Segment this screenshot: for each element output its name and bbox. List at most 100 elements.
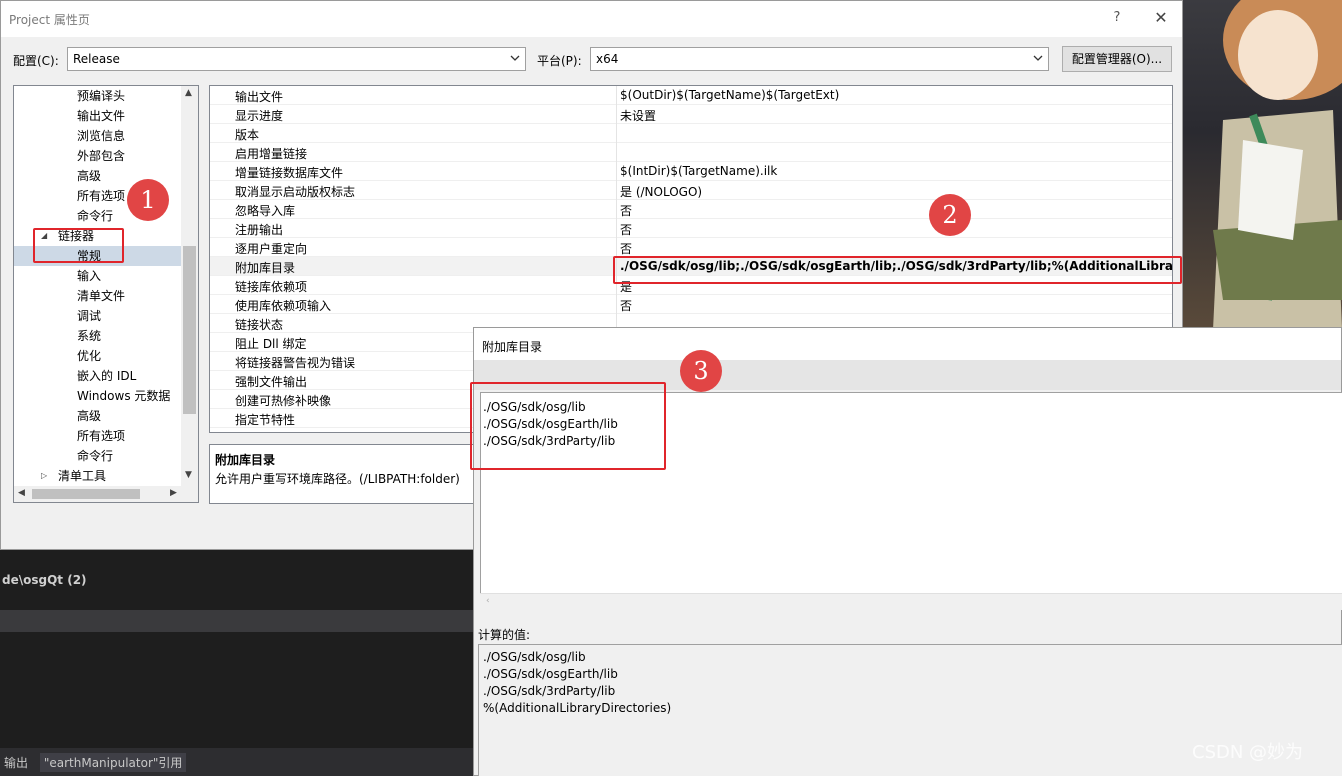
character-illustration xyxy=(1213,0,1342,330)
property-value[interactable]: 未设置 xyxy=(620,107,656,124)
property-value[interactable]: 否 xyxy=(620,240,632,257)
tree-item[interactable]: 嵌入的 IDL xyxy=(14,366,181,386)
tree-item-label: 外部包含 xyxy=(77,149,126,163)
property-name: 输出文件 xyxy=(235,90,284,104)
subdialog-title: 附加库目录 xyxy=(474,328,1341,360)
tree-item[interactable]: 高级 xyxy=(14,406,181,426)
tree-item[interactable]: ▷ 清单工具 xyxy=(14,466,181,486)
collapsed-arrow-icon[interactable]: ▷ xyxy=(41,466,47,486)
property-name: 版本 xyxy=(235,128,260,142)
property-row[interactable]: 逐用户重定向 否 xyxy=(210,238,1172,257)
annotation-box-linker xyxy=(33,228,124,263)
property-row[interactable]: 忽略导入库 否 xyxy=(210,200,1172,219)
output-tab[interactable]: 输出 xyxy=(0,753,32,772)
annotation-box-libdir xyxy=(613,256,1182,284)
bottom-panel-tabs: 输出 "earthManipulator"引用 xyxy=(0,748,475,776)
tree-item[interactable]: 浏览信息 xyxy=(14,126,181,146)
property-name: 创建可热修补映像 xyxy=(235,394,332,408)
tree-item-label: Windows 元数据 xyxy=(77,389,171,403)
property-name: 指定节特性 xyxy=(235,413,296,427)
property-row[interactable]: 使用库依赖项输入 否 xyxy=(210,295,1172,314)
tree-item-label: 所有选项 xyxy=(77,429,126,443)
tree-item[interactable]: Windows 元数据 xyxy=(14,386,181,406)
help-button[interactable]: ? xyxy=(1109,10,1125,26)
config-combobox[interactable]: Release xyxy=(67,47,526,71)
references-tab[interactable]: "earthManipulator"引用 xyxy=(39,753,187,772)
property-name: 逐用户重定向 xyxy=(235,242,308,256)
property-value[interactable]: 否 xyxy=(620,221,632,238)
tree-item-label: 调试 xyxy=(77,309,102,323)
property-value[interactable]: 是 (/NOLOGO) xyxy=(620,183,702,200)
property-name: 取消显示启动版权标志 xyxy=(235,185,356,199)
tree-item[interactable]: 输入 xyxy=(14,266,181,286)
tree-scroll-thumb[interactable] xyxy=(183,246,196,414)
tree-item-label: 所有选项 xyxy=(77,189,126,203)
tree-item[interactable]: 清单文件 xyxy=(14,286,181,306)
tree-item[interactable]: 调试 xyxy=(14,306,181,326)
tree-item-label: 系统 xyxy=(77,329,102,343)
property-value[interactable]: $(IntDir)$(TargetName).ilk xyxy=(620,164,777,178)
annotation-marker-1: 1 xyxy=(127,179,169,221)
property-row[interactable]: 显示进度 未设置 xyxy=(210,105,1172,124)
property-name: 附加库目录 xyxy=(235,261,296,275)
tree-item-label: 输出文件 xyxy=(77,109,126,123)
property-name: 使用库依赖项输入 xyxy=(235,299,332,313)
editor-path-tab[interactable]: de\osgQt (2) xyxy=(0,568,475,592)
platform-label: 平台(P): xyxy=(537,54,582,68)
computed-item: %(AdditionalLibraryDirectories) xyxy=(483,701,672,715)
chevron-down-icon xyxy=(510,55,520,61)
property-row[interactable]: 取消显示启动版权标志 是 (/NOLOGO) xyxy=(210,181,1172,200)
property-row[interactable]: 注册输出 否 xyxy=(210,219,1172,238)
annotation-marker-2: 2 xyxy=(929,194,971,236)
tree-item[interactable]: 系统 xyxy=(14,326,181,346)
property-name: 注册输出 xyxy=(235,223,284,237)
scroll-left-icon[interactable]: ◀ xyxy=(18,488,25,498)
computed-item: ./OSG/sdk/osgEarth/lib xyxy=(483,667,618,681)
property-name: 显示进度 xyxy=(235,109,284,123)
tree-item-label: 清单工具 xyxy=(58,469,107,483)
property-row[interactable]: 版本 xyxy=(210,124,1172,143)
tree-item[interactable]: 所有选项 xyxy=(14,426,181,446)
tree-item[interactable]: 优化 xyxy=(14,346,181,366)
property-value[interactable]: $(OutDir)$(TargetName)$(TargetExt) xyxy=(620,88,839,102)
tree-vertical-scrollbar[interactable]: ▲ ▼ xyxy=(181,86,198,486)
property-name: 阻止 Dll 绑定 xyxy=(235,337,307,351)
description-title: 附加库目录 xyxy=(215,453,276,467)
property-name: 链接状态 xyxy=(235,318,284,332)
config-value: Release xyxy=(73,52,120,66)
property-value[interactable]: 否 xyxy=(620,297,632,314)
tree-item[interactable]: 输出文件 xyxy=(14,106,181,126)
property-row[interactable]: 增量链接数据库文件 $(IntDir)$(TargetName).ilk xyxy=(210,162,1172,181)
chevron-down-icon xyxy=(1033,55,1043,61)
config-manager-button[interactable]: 配置管理器(O)... xyxy=(1062,46,1172,72)
tree-item[interactable]: 外部包含 xyxy=(14,146,181,166)
platform-combobox[interactable]: x64 xyxy=(590,47,1049,71)
list-horizontal-scrollbar[interactable]: ‹ xyxy=(480,593,1342,610)
platform-value: x64 xyxy=(596,52,619,66)
property-name: 将链接器警告视为错误 xyxy=(235,356,356,370)
annotation-marker-3: 3 xyxy=(680,350,722,392)
tree-item-label: 命令行 xyxy=(77,209,114,223)
tree-item-label: 嵌入的 IDL xyxy=(77,369,137,383)
scroll-left-icon[interactable]: ‹ xyxy=(486,596,490,606)
anime-wallpaper-image xyxy=(1183,0,1342,330)
scroll-down-icon[interactable]: ▼ xyxy=(185,470,192,480)
scroll-right-icon[interactable]: ▶ xyxy=(170,488,177,498)
tree-item[interactable]: 预编译头 xyxy=(14,86,181,106)
computed-values-label: 计算的值: xyxy=(478,628,531,642)
annotation-box-list xyxy=(470,382,666,470)
editor-strip xyxy=(0,610,475,632)
tree-horizontal-scrollbar[interactable]: ◀ ▶ xyxy=(14,486,198,502)
close-button[interactable]: ✕ xyxy=(1151,9,1171,29)
scroll-up-icon[interactable]: ▲ xyxy=(185,88,192,98)
property-name: 启用增量链接 xyxy=(235,147,308,161)
property-row[interactable]: 启用增量链接 xyxy=(210,143,1172,162)
tree-item-label: 高级 xyxy=(77,409,102,423)
tree-item-label: 预编译头 xyxy=(77,89,126,103)
property-name: 链接库依赖项 xyxy=(235,280,308,294)
dialog-titlebar: Project 属性页 ? ✕ xyxy=(1,1,1182,37)
tree-item[interactable]: 命令行 xyxy=(14,446,181,466)
tree-hscroll-thumb[interactable] xyxy=(32,489,140,499)
property-row[interactable]: 输出文件 $(OutDir)$(TargetName)$(TargetExt) xyxy=(210,86,1172,105)
property-value[interactable]: 否 xyxy=(620,202,632,219)
